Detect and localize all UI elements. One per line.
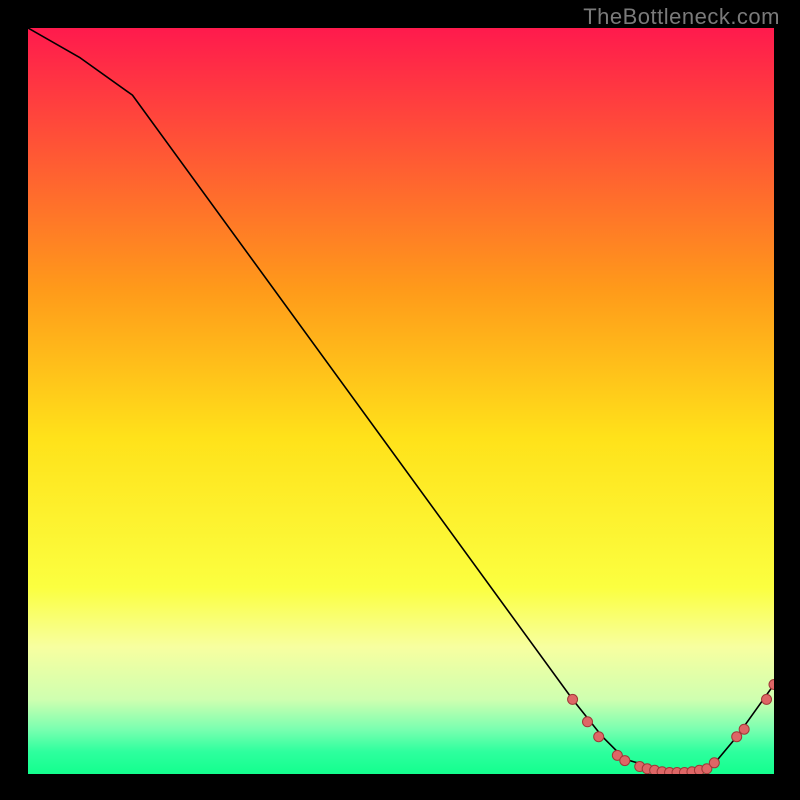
data-marker: [594, 732, 604, 742]
data-marker: [739, 724, 749, 734]
gradient-background: [28, 28, 774, 774]
chart-stage: TheBottleneck.com: [0, 0, 800, 800]
data-marker: [709, 758, 719, 768]
plot-svg: [28, 28, 774, 774]
data-marker: [620, 756, 630, 766]
data-marker: [568, 694, 578, 704]
plot-area: [28, 28, 774, 774]
data-marker: [732, 732, 742, 742]
data-marker: [762, 694, 772, 704]
data-marker: [583, 717, 593, 727]
watermark-text: TheBottleneck.com: [583, 4, 780, 30]
